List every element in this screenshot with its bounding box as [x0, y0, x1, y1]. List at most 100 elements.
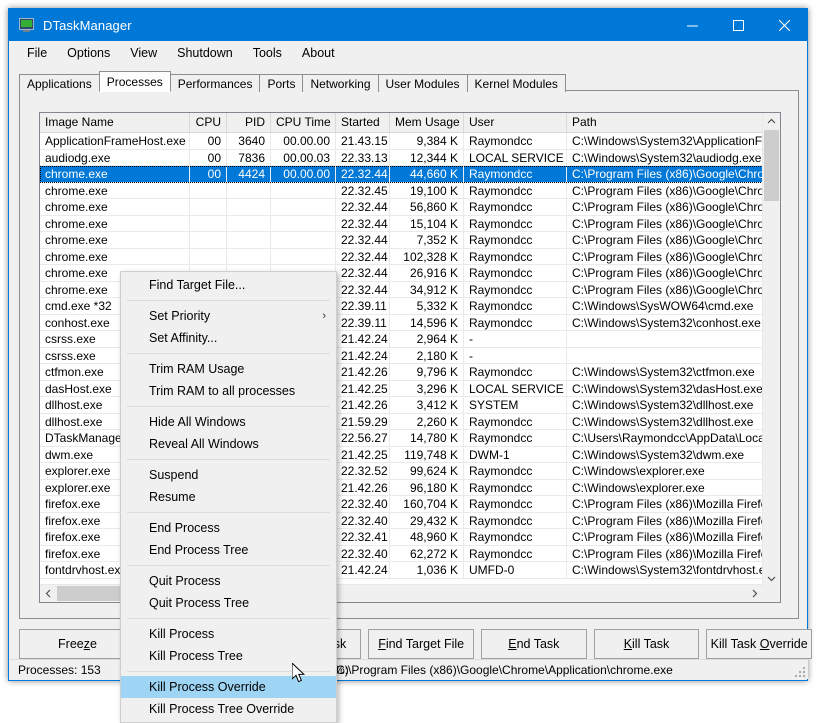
cell-user: LOCAL SERVICE	[464, 380, 567, 397]
context-menu-item-label: Resume	[149, 490, 196, 504]
tab-ports[interactable]: Ports	[259, 74, 304, 92]
context-menu-item-suspend[interactable]: Suspend	[121, 464, 336, 486]
context-menu-item-end-process-tree[interactable]: End Process Tree	[121, 539, 336, 561]
context-menu-item-end-process[interactable]: End Process	[121, 517, 336, 539]
button-kill-task-override[interactable]: Kill Task Override	[706, 629, 813, 659]
button-label: Freeze	[58, 637, 97, 651]
mouse-cursor-icon	[291, 661, 306, 687]
context-menu-item-set-affinity[interactable]: Set Affinity...	[121, 327, 336, 349]
column-header-cpu[interactable]: CPU	[190, 113, 227, 132]
tab-applications[interactable]: Applications	[19, 74, 100, 92]
cell-user: Raymondcc	[464, 182, 567, 199]
cell-cpu: 00	[190, 133, 227, 150]
context-menu-item-find-target-file[interactable]: Find Target File...	[121, 274, 336, 296]
tab-processes[interactable]: Processes	[98, 71, 171, 92]
cell-path: C:\Program Files (x86)\Google\Chrome\	[567, 282, 765, 298]
column-header-image-name[interactable]: Image Name	[40, 113, 190, 132]
context-menu-item-kill-process-tree-override[interactable]: Kill Process Tree Override	[121, 698, 336, 720]
column-header-pid[interactable]: PID	[227, 113, 271, 132]
vertical-scroll-thumb[interactable]	[764, 130, 779, 201]
context-menu-item-quit-process-tree[interactable]: Quit Process Tree	[121, 592, 336, 614]
cell-pid: 4424	[227, 166, 271, 183]
menu-shutdown[interactable]: Shutdown	[167, 43, 243, 63]
column-header-path[interactable]: Path	[567, 113, 765, 132]
cell-mem: 5,332 K	[390, 298, 464, 315]
cell-time	[271, 199, 336, 216]
cell-mem: 15,104 K	[390, 215, 464, 232]
context-menu-item-trim-ram-to-all-processes[interactable]: Trim RAM to all processes	[121, 380, 336, 402]
cell-path: C:\Windows\System32\ApplicationFram	[567, 133, 765, 150]
cell-mem: 19,100 K	[390, 182, 464, 199]
cell-started: 21.42.25	[336, 446, 390, 463]
cell-name: chrome.exe	[40, 232, 190, 249]
cell-user: Raymondcc	[464, 248, 567, 265]
cell-path: C:\Windows\System32\dllhost.exe	[567, 397, 765, 414]
menu-about[interactable]: About	[292, 43, 345, 63]
cell-user: SYSTEM	[464, 397, 567, 414]
cell-mem: 44,660 K	[390, 166, 464, 183]
cell-name: chrome.exe	[40, 215, 190, 232]
table-row[interactable]: chrome.exe 22.32.44 7,352 K Raymondcc C:\Pro…	[40, 232, 765, 249]
button-freeze[interactable]: Freeze	[19, 629, 136, 659]
menu-tools[interactable]: Tools	[243, 43, 292, 63]
scroll-left-icon[interactable]	[40, 585, 57, 602]
context-menu-item-trim-ram-usage[interactable]: Trim RAM Usage	[121, 358, 336, 380]
button-kill-task[interactable]: Kill Task	[593, 629, 700, 659]
menu-separator	[127, 459, 330, 460]
scroll-right-icon[interactable]	[746, 585, 763, 602]
cell-time	[271, 248, 336, 265]
context-menu-item-label: Quit Process	[149, 574, 221, 588]
cell-started: 21.42.26	[336, 397, 390, 414]
context-menu-item-quit-process[interactable]: Quit Process	[121, 570, 336, 592]
button-find-target-file[interactable]: Find Target File	[368, 629, 474, 659]
scroll-up-icon[interactable]	[763, 113, 780, 130]
app-monitor-icon	[19, 17, 35, 33]
cell-path: C:\Program Files (x86)\Google\Chrome\	[567, 249, 765, 265]
menu-view[interactable]: View	[120, 43, 167, 63]
cell-path: C:\Windows\System32\dwm.exe	[567, 447, 765, 463]
table-row[interactable]: audiodg.exe 00 7836 00.00.03 22.33.13 12,344 …	[40, 149, 765, 166]
column-header-mem-usage[interactable]: Mem Usage	[390, 113, 464, 132]
button-end-task[interactable]: End Task	[481, 629, 587, 659]
context-menu-item-resume[interactable]: Resume	[121, 486, 336, 508]
table-row[interactable]: chrome.exe 22.32.44 56,860 K Raymondcc C:\Pr…	[40, 199, 765, 216]
cell-path: C:\Users\Raymondcc\AppData\Local\Te	[567, 430, 765, 447]
menu-file[interactable]: File	[17, 43, 57, 63]
table-row[interactable]: chrome.exe 22.32.44 102,328 K Raymondcc C:\P…	[40, 248, 765, 265]
cell-mem: 56,860 K	[390, 199, 464, 216]
cell-mem: 2,180 K	[390, 347, 464, 364]
table-row[interactable]: ApplicationFrameHost.exe 00 3640 00.00.00 21…	[40, 133, 765, 150]
cell-mem: 29,432 K	[390, 512, 464, 529]
resize-grip-icon[interactable]	[793, 665, 805, 677]
context-menu-item-reveal-all-windows[interactable]: Reveal All Windows	[121, 433, 336, 455]
context-menu-item-hide-all-windows[interactable]: Hide All Windows	[121, 411, 336, 433]
context-menu-item-set-priority[interactable]: Set Priority ›	[121, 305, 336, 327]
tab-user-modules[interactable]: User Modules	[377, 74, 468, 92]
cell-started: 21.42.24	[336, 331, 390, 348]
table-row[interactable]: chrome.exe 22.32.44 15,104 K Raymondcc C:\Pr…	[40, 215, 765, 232]
cell-user: Raymondcc	[464, 199, 567, 216]
column-header-user[interactable]: User	[464, 113, 567, 132]
process-context-menu[interactable]: Find Target File... Set Priority › Set Affi…	[120, 271, 337, 723]
table-row[interactable]: chrome.exe 22.32.45 19,100 K Raymondcc C:\Pr…	[40, 182, 765, 199]
close-icon[interactable]	[761, 9, 807, 41]
column-header-cpu-time[interactable]: CPU Time	[271, 113, 336, 132]
column-header-started[interactable]: Started	[336, 113, 390, 132]
cell-started: 22.32.44	[336, 215, 390, 232]
tab-networking[interactable]: Networking	[302, 74, 379, 92]
minimize-icon[interactable]	[669, 9, 715, 41]
tab-performances[interactable]: Performances	[169, 74, 261, 92]
menu-options[interactable]: Options	[57, 43, 120, 63]
cell-started: 22.32.40	[336, 512, 390, 529]
context-menu-item-kill-process[interactable]: Kill Process	[121, 623, 336, 645]
cell-started: 21.42.26	[336, 479, 390, 496]
cell-path: C:\Windows\System32\conhost.exe	[567, 315, 765, 331]
menu-separator	[127, 565, 330, 566]
vertical-scrollbar[interactable]	[762, 113, 780, 587]
process-list-header: Image Name CPU PID CPU Time Started Mem Usage…	[40, 113, 765, 133]
maximize-icon[interactable]	[715, 9, 761, 41]
table-row[interactable]: chrome.exe 00 4424 00.00.00 22.32.44 44,660 K…	[40, 166, 765, 183]
cell-path: C:\Program Files (x86)\Google\Chrome\	[567, 216, 765, 232]
tab-kernel-modules[interactable]: Kernel Modules	[466, 74, 566, 92]
cell-mem: 119,748 K	[390, 446, 464, 463]
